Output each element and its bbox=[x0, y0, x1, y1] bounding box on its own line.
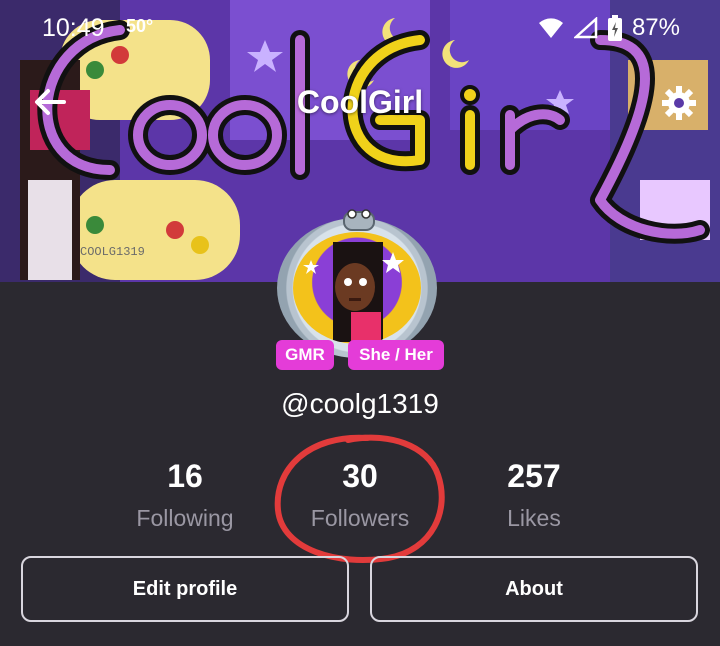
stat-likes-value: 257 bbox=[507, 458, 561, 494]
badge-gmr: GMR bbox=[276, 340, 334, 370]
stat-following-value: 16 bbox=[167, 458, 203, 494]
stat-followers-value: 30 bbox=[342, 458, 378, 494]
stat-following-label: Following bbox=[136, 505, 234, 531]
page-title: CoolGirl bbox=[296, 84, 424, 120]
stat-likes[interactable]: 257 Likes bbox=[434, 458, 634, 532]
battery-percent: 87% bbox=[631, 14, 680, 41]
stat-likes-label: Likes bbox=[507, 505, 561, 531]
frog-crown-icon bbox=[343, 209, 375, 231]
edit-profile-button[interactable]: Edit profile bbox=[21, 556, 349, 622]
stat-followers-label: Followers bbox=[310, 505, 410, 531]
status-temperature: 50° bbox=[126, 16, 154, 36]
username: @coolg1319 bbox=[281, 388, 439, 419]
settings-gear-icon[interactable] bbox=[660, 84, 698, 122]
status-right: 87% bbox=[538, 14, 680, 42]
banner-tag: COOLG1319 bbox=[80, 245, 145, 259]
badge-pronouns: She / Her bbox=[348, 340, 444, 370]
wifi-icon bbox=[538, 18, 563, 38]
stat-following[interactable]: 16 Following bbox=[85, 458, 285, 532]
signal-icon bbox=[573, 17, 598, 39]
about-button[interactable]: About bbox=[370, 556, 698, 622]
battery-icon bbox=[607, 15, 622, 41]
stat-followers[interactable]: 30 Followers bbox=[260, 458, 460, 532]
status-time: 10:49 bbox=[42, 14, 105, 42]
status-bar: 10:49 50° 87% bbox=[0, 8, 720, 48]
avatar-image bbox=[293, 232, 421, 344]
